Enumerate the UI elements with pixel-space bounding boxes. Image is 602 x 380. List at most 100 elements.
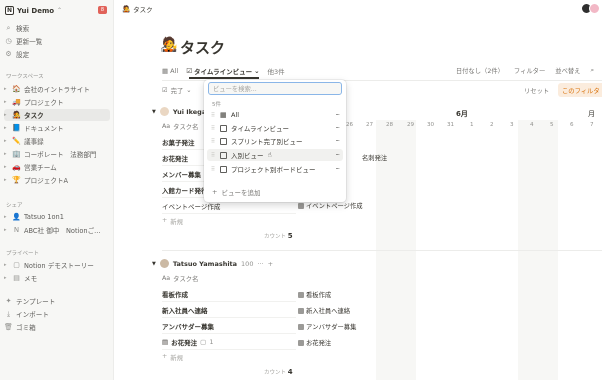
- count-summary[interactable]: カウント 4: [264, 368, 293, 376]
- caret-right-icon[interactable]: ▸: [4, 86, 9, 92]
- table-row[interactable]: アンバサダー募集: [162, 318, 296, 334]
- timeline-bar[interactable]: 新入社員へ連絡: [298, 305, 350, 316]
- avatar: [159, 107, 169, 116]
- sidebar-item-label: 設定: [16, 51, 30, 59]
- sidebar-item-1on1[interactable]: ▸ 👤 Tatsuo 1on1: [4, 211, 110, 223]
- no-date-button[interactable]: 日付なし（2件）: [456, 66, 504, 75]
- workspace-switcher[interactable]: N Yui Demo ⌃ 8: [5, 4, 109, 17]
- table-row[interactable]: 新入社員へ連絡: [162, 302, 296, 318]
- more-icon[interactable]: ···: [335, 165, 340, 173]
- table-row[interactable]: ▤ お花発注 ▢ 1: [162, 334, 296, 350]
- task-name: 新入社員へ連絡: [162, 306, 208, 315]
- tab-all[interactable]: ▦ All: [162, 66, 178, 76]
- tab-label: 他3件: [267, 68, 285, 76]
- new-row-button[interactable]: + 新規: [162, 217, 183, 226]
- tab-timeline[interactable]: ☑ タイムラインビュー ⌄: [186, 66, 259, 76]
- view-option[interactable]: ⠿ スプリント完了別ビュー ···: [207, 135, 343, 147]
- task-icon[interactable]: 🧑‍🎤: [160, 37, 177, 53]
- caret-right-icon[interactable]: ▸: [4, 99, 9, 105]
- notification-badge[interactable]: 8: [98, 6, 107, 14]
- timeline-bar[interactable]: 名刺発注: [362, 152, 387, 163]
- drag-handle-icon[interactable]: ⠿: [210, 112, 216, 119]
- sidebar-item-documents[interactable]: ▸ 📘 ドキュメント: [4, 122, 110, 134]
- comment-count: 1: [209, 337, 214, 346]
- drag-handle-icon[interactable]: ⠿: [210, 138, 216, 145]
- sidebar-item-project[interactable]: ▸ 🚚 プロジェクト: [4, 96, 110, 108]
- sidebar-item-trash[interactable]: 🗑 ゴミ箱: [4, 321, 110, 333]
- sidebar-item-memo[interactable]: ▸ ▤ メモ: [4, 272, 110, 284]
- completed-filter[interactable]: ☑ 完了 ⌄: [162, 86, 192, 95]
- save-filter-chip[interactable]: このフィルタ: [558, 83, 602, 97]
- plus-icon[interactable]: +: [268, 260, 273, 268]
- avatar[interactable]: [589, 3, 600, 14]
- sidebar-item-intranet[interactable]: ▸ 🏠 会社のイントラサイト: [4, 83, 110, 95]
- sidebar-item-label: 更新一覧: [16, 38, 43, 46]
- timeline-bar[interactable]: アンバサダー募集: [298, 321, 356, 332]
- view-option[interactable]: ⠿ 入別ビュー ☝ ···: [207, 149, 343, 161]
- task-name: お花発注: [171, 338, 198, 347]
- sidebar-item-tasks[interactable]: ▸ 🧑‍🎤 タスク: [4, 109, 110, 121]
- more-icon[interactable]: ···: [335, 124, 340, 132]
- add-view-button[interactable]: + ビューを追加: [212, 187, 260, 197]
- view-option[interactable]: ⠿ プロジェクト別ボードビュー ···: [207, 163, 343, 175]
- search-icon[interactable]: ⌕: [590, 67, 594, 75]
- count-summary[interactable]: カウント 5: [264, 232, 293, 240]
- caret-right-icon[interactable]: ▸: [4, 125, 9, 131]
- sidebar-item-templates[interactable]: ✦ テンプレート: [4, 295, 110, 307]
- caret-right-icon[interactable]: ▸: [4, 214, 9, 220]
- breadcrumb[interactable]: 🧑‍🎤 タスク: [122, 4, 153, 14]
- sidebar-item-updates[interactable]: ◷ 更新一覧: [4, 35, 110, 47]
- reset-button[interactable]: リセット: [524, 86, 549, 95]
- new-label: 新規: [170, 355, 183, 362]
- drag-handle-icon[interactable]: ⠿: [210, 125, 216, 132]
- sidebar-item-label: メモ: [24, 275, 38, 283]
- sidebar-item-sales[interactable]: ▸ 🚗 営業チーム: [4, 161, 110, 173]
- sidebar-item-abc[interactable]: ▸ N ABC社 御中 Notionご...: [4, 224, 110, 236]
- sidebar-item-demo-story[interactable]: ▸ ▢ Notion デモストーリー: [4, 259, 110, 271]
- collapse-triangle-icon[interactable]: ▼: [152, 109, 156, 115]
- day-label: 30: [427, 122, 435, 128]
- sidebar-item-minutes[interactable]: ▸ ✏️ 議事録: [4, 135, 110, 147]
- sidebar-item-settings[interactable]: ⚙ 設定: [4, 48, 110, 60]
- view-option[interactable]: ⠿ タイムラインビュー ···: [207, 122, 343, 134]
- collaborator-avatars[interactable]: [581, 3, 600, 14]
- timeline-icon: [220, 124, 227, 132]
- group-header[interactable]: ▼ Tatsuo Yamashita 100 ··· +: [152, 259, 273, 268]
- collapse-triangle-icon[interactable]: ▼: [152, 261, 156, 267]
- property-header[interactable]: Aa タスク名: [162, 122, 198, 131]
- sidebar-item-corporate[interactable]: ▸ 🏢 コーポレート 法務部門: [4, 148, 110, 160]
- tab-more[interactable]: 他3件: [268, 66, 285, 76]
- filter-button[interactable]: フィルター: [514, 66, 545, 75]
- caret-right-icon[interactable]: ▸: [4, 262, 9, 268]
- caret-right-icon[interactable]: ▸: [4, 151, 9, 157]
- caret-right-icon[interactable]: ▸: [4, 112, 9, 118]
- view-search-input[interactable]: ビューを検索...: [208, 82, 342, 95]
- view-option[interactable]: ⠿ ▦ All ···: [207, 109, 343, 121]
- caret-right-icon[interactable]: ▸: [4, 177, 9, 183]
- more-icon[interactable]: ···: [335, 151, 340, 159]
- sidebar-item-search[interactable]: ⌕ 検索: [4, 22, 110, 34]
- sidebar-item-import[interactable]: ⤓ インポート: [4, 308, 110, 320]
- caret-right-icon[interactable]: ▸: [4, 164, 9, 170]
- timeline-bar[interactable]: お花発注: [298, 337, 331, 348]
- more-icon[interactable]: ···: [335, 137, 340, 145]
- table-row[interactable]: 看板作成: [162, 286, 296, 302]
- page-title[interactable]: タスク: [180, 37, 225, 58]
- caret-right-icon[interactable]: ▸: [4, 275, 9, 281]
- drag-handle-icon[interactable]: ⠿: [210, 152, 216, 159]
- new-row-button[interactable]: + 新規: [162, 353, 183, 362]
- drag-handle-icon[interactable]: ⠿: [210, 166, 216, 173]
- timeline-bar[interactable]: 看板作成: [298, 289, 331, 300]
- table-icon: ▦: [162, 67, 169, 75]
- property-header[interactable]: Aa タスク名: [162, 274, 198, 283]
- page-icon: [298, 339, 304, 346]
- sidebar-item-project-a[interactable]: ▸ 🏆 プロジェクトA: [4, 174, 110, 186]
- more-icon[interactable]: ···: [257, 260, 263, 268]
- page-icon: [298, 307, 304, 314]
- sort-button[interactable]: 並べ替え: [555, 66, 580, 75]
- more-icon[interactable]: ···: [335, 111, 340, 119]
- caret-right-icon[interactable]: ▸: [4, 138, 9, 144]
- trash-icon: 🗑: [4, 323, 13, 331]
- chevron-down-icon: ⌄: [254, 67, 260, 75]
- caret-right-icon[interactable]: ▸: [4, 227, 9, 233]
